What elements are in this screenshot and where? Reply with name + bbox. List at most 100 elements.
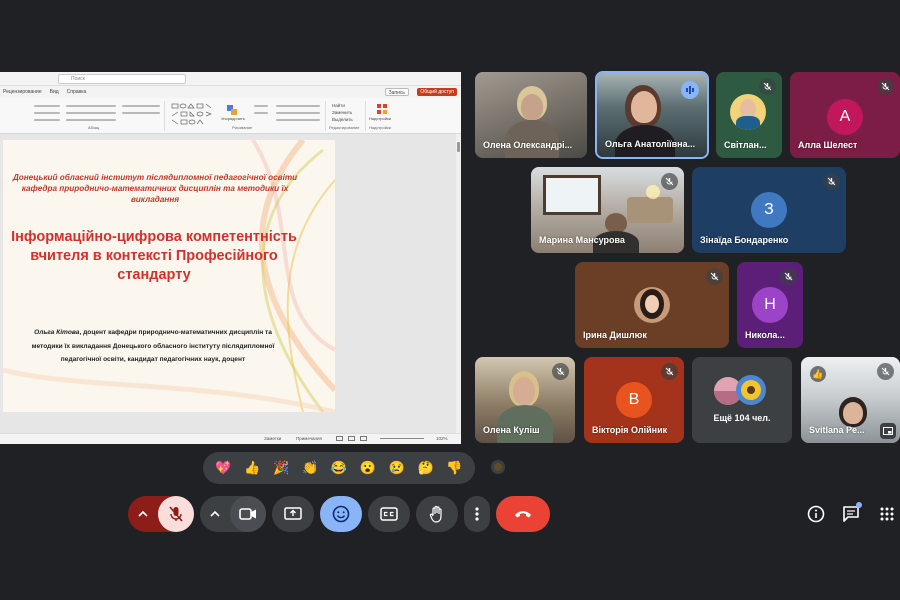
ppt-search-box[interactable]: Поиск (58, 74, 186, 84)
mic-options-chevron-icon[interactable] (128, 496, 158, 532)
arrange-icon[interactable] (226, 103, 238, 115)
ppt-scrollbar[interactable] (456, 134, 461, 433)
mic-toggle-button[interactable] (158, 496, 194, 532)
replace-button[interactable]: Заменить (332, 110, 352, 115)
chat-button[interactable] (840, 502, 862, 525)
participant-tile[interactable]: З Зінаїда Бондаренко (692, 167, 846, 253)
addins-icon[interactable] (376, 102, 388, 114)
participant-tile[interactable]: 👍 Svitlana Pe... (801, 357, 900, 443)
notes-button[interactable]: Заметки (264, 436, 281, 441)
ribbon-label-editing: Редактирование (329, 125, 360, 130)
mic-off-icon (661, 363, 678, 380)
raise-hand-button[interactable] (416, 496, 458, 532)
ppt-menu-view[interactable]: Вид (50, 89, 59, 95)
reaction-laugh[interactable]: 😂 (327, 456, 351, 480)
present-button[interactable] (272, 496, 314, 532)
camera-toggle-button[interactable] (230, 496, 266, 532)
ppt-menu-help[interactable]: Справка (67, 89, 87, 95)
hand-reaction-badge: 👍 (810, 366, 826, 382)
select-button[interactable]: Выделить (332, 117, 353, 122)
mic-off-icon (552, 363, 569, 380)
mic-off-icon (661, 173, 678, 190)
participant-name: Зінаїда Бондаренко (700, 235, 789, 245)
ribbon-label-addins: Надстройки (369, 125, 391, 130)
reaction-surprised[interactable]: 😮 (356, 456, 380, 480)
participant-tile[interactable]: Світлан... (716, 72, 782, 158)
picture-in-picture-icon[interactable] (880, 423, 896, 439)
meeting-info-button[interactable] (805, 503, 827, 525)
shapes-gallery-icon[interactable] (171, 103, 223, 125)
addins-label[interactable]: Надстройки (369, 116, 391, 121)
sunflower-avatar (736, 375, 766, 405)
normal-view-icon[interactable] (336, 436, 343, 441)
arrange-label[interactable]: Упорядочить (221, 116, 245, 121)
camera-options-chevron-icon[interactable] (200, 496, 230, 532)
participant-name: Svitlana Pe... (809, 425, 865, 435)
participant-tile[interactable]: Олена Куліш (475, 357, 575, 443)
captions-button[interactable] (368, 496, 410, 532)
participant-tile[interactable]: Олена Олександрі... (475, 72, 587, 158)
reading-view-icon[interactable] (360, 436, 367, 441)
slide-title: Інформаційно-цифрова компетентність вчит… (11, 229, 297, 283)
ppt-canvas: Донецький обласний інститут післядипломн… (0, 134, 461, 433)
reaction-thumbs-up[interactable]: 👍 (240, 456, 264, 480)
grid-apps-icon (880, 507, 894, 521)
mic-off-icon (823, 173, 840, 190)
reaction-thinking[interactable]: 🤔 (414, 456, 438, 480)
mic-off-icon (706, 268, 723, 285)
participant-name: Олена Олександрі... (483, 140, 573, 150)
skin-tone-selector[interactable] (491, 460, 505, 474)
emoji-button[interactable] (320, 496, 362, 532)
zoom-slider[interactable] (380, 438, 424, 439)
reaction-heart[interactable]: 💖 (211, 456, 235, 480)
end-call-icon (515, 511, 531, 518)
participant-avatar: Н (752, 287, 788, 323)
sorter-view-icon[interactable] (348, 436, 355, 441)
participant-avatar (634, 287, 670, 323)
ppt-record-button[interactable]: Запись (384, 88, 409, 96)
slide-author-text: Ольга Кітова, доцент кафедри природничо-… (25, 326, 281, 367)
participant-avatar (730, 94, 766, 130)
participant-tile[interactable]: Марина Мансурова (531, 167, 684, 253)
shared-screen: Поиск Рецензирование Вид Справка Запись … (0, 72, 461, 444)
zoom-level[interactable]: 102% (436, 436, 448, 441)
activities-button[interactable] (876, 503, 898, 525)
participant-name: Алла Шелест (798, 140, 858, 150)
reaction-thumbs-down[interactable]: 👎 (442, 456, 466, 480)
participant-tile[interactable]: А Алла Шелест (790, 72, 900, 158)
speaking-indicator-icon (681, 81, 699, 99)
find-button[interactable]: Найти (332, 103, 345, 108)
participant-tile-active-speaker[interactable]: Ольга Анатоліївна... (595, 71, 709, 159)
mic-off-icon (877, 363, 894, 380)
raise-hand-icon (429, 505, 442, 523)
ppt-share-button[interactable]: Общий доступ (417, 88, 457, 96)
ppt-status-bar: Заметки Примечания 102% (0, 433, 461, 444)
more-participants-tile[interactable]: Ещё 104 чел. (692, 357, 792, 443)
participant-tile[interactable]: Ірина Дишлюк (575, 262, 729, 348)
participant-tile[interactable]: Н Никола... (737, 262, 803, 348)
comments-button[interactable]: Примечания (296, 436, 322, 441)
info-icon (807, 505, 825, 523)
ppt-titlebar: Поиск (0, 72, 461, 86)
participant-avatar: В (616, 382, 652, 418)
participant-name: Никола... (745, 330, 785, 340)
participant-avatar: З (751, 192, 787, 228)
slide: Донецький обласний інститут післядипломн… (3, 140, 335, 412)
ppt-menu-bar: Рецензирование Вид Справка Запись Общий … (0, 86, 461, 98)
more-participants-count: Ещё 104 чел. (713, 413, 771, 423)
reaction-clap[interactable]: 👏 (298, 456, 322, 480)
more-icon (475, 507, 479, 521)
ribbon-label-drawing: Рисование (232, 125, 253, 130)
reaction-party[interactable]: 🎉 (269, 456, 293, 480)
participant-tile[interactable]: В Вікторія Олійник (584, 357, 684, 443)
mic-off-icon (780, 268, 797, 285)
ribbon-group-editing: Найти Заменить Выделить Редактирование (328, 101, 366, 131)
participant-name: Марина Мансурова (539, 235, 625, 245)
more-options-button[interactable] (464, 496, 490, 532)
ppt-ribbon: Абзац Упорядочить Рисование Найти Замени… (0, 98, 461, 134)
ribbon-group-paragraph: Абзац (30, 101, 165, 131)
ppt-menu-review[interactable]: Рецензирование (3, 89, 42, 95)
reaction-sad[interactable]: 😢 (385, 456, 409, 480)
leave-call-button[interactable] (496, 496, 550, 532)
slide-author-name: Ольга Кітова (34, 329, 80, 336)
